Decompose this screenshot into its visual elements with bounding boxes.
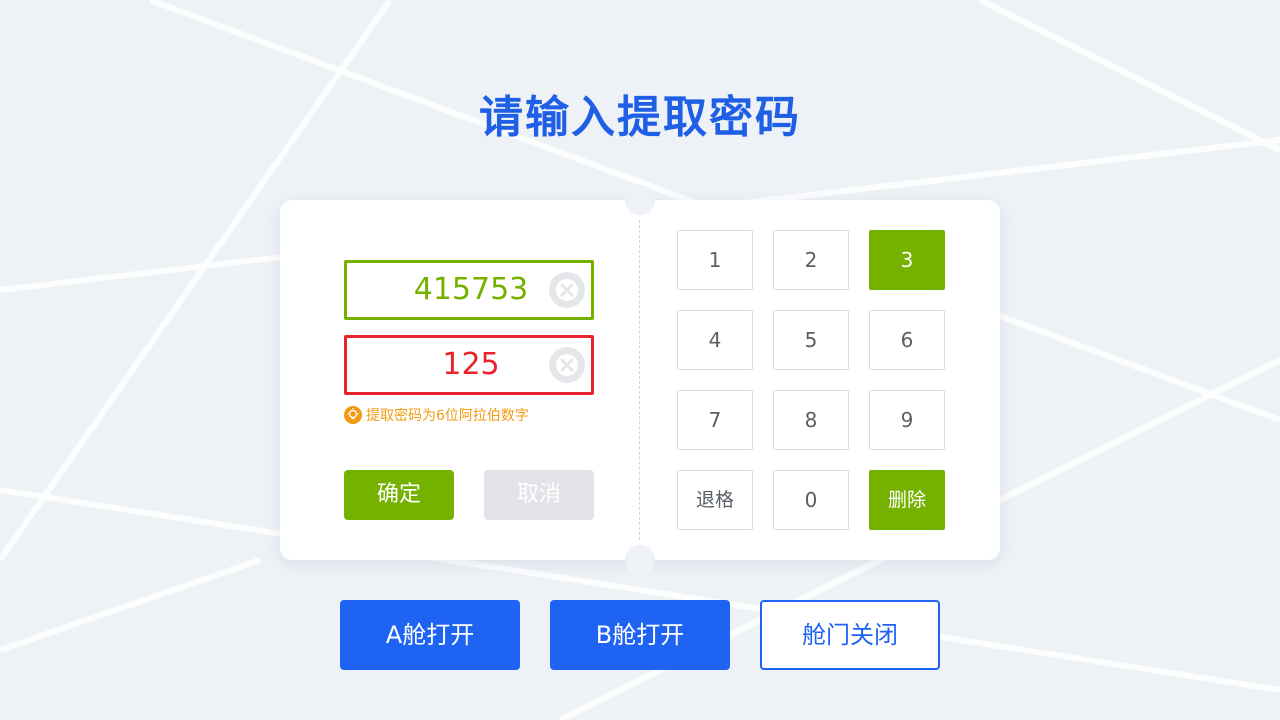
password-hint-text: 提取密码为6位阿拉伯数字 <box>366 408 529 424</box>
keypad-key-0[interactable]: 1 <box>677 230 753 290</box>
clear-password-button[interactable] <box>549 347 585 383</box>
card-divider <box>639 220 640 540</box>
keypad-key-6[interactable]: 7 <box>677 390 753 450</box>
card-notch-top <box>625 185 655 215</box>
keypad-key-4[interactable]: 5 <box>773 310 849 370</box>
close-icon <box>556 354 578 376</box>
password-hint: 提取密码为6位阿拉伯数字 <box>344 405 529 425</box>
card-notch-bottom <box>625 545 655 575</box>
close-icon <box>556 279 578 301</box>
open-a-button[interactable]: A舱打开 <box>340 600 520 670</box>
page-title: 请输入提取密码 <box>479 92 801 143</box>
keypad-key-1[interactable]: 2 <box>773 230 849 290</box>
keypad-key-7[interactable]: 8 <box>773 390 849 450</box>
lightbulb-icon <box>344 406 362 424</box>
close-door-button[interactable]: 舱门关闭 <box>760 600 940 670</box>
keypad-key-5[interactable]: 6 <box>869 310 945 370</box>
confirm-button[interactable]: 确定 <box>344 470 454 520</box>
keypad-key-2[interactable]: 3 <box>869 230 945 290</box>
password-input[interactable]: 125 <box>344 335 594 395</box>
open-b-button[interactable]: B舱打开 <box>550 600 730 670</box>
keypad-key-10[interactable]: 0 <box>773 470 849 530</box>
code-input[interactable]: 415753 <box>344 260 594 320</box>
keypad-key-9[interactable]: 退格 <box>677 470 753 530</box>
password-card: 415753 125 提取密码为6位阿拉伯数字 确定 取消 1 2 3 4 5 … <box>280 185 1000 575</box>
keypad-key-11[interactable]: 删除 <box>869 470 945 530</box>
cancel-button[interactable]: 取消 <box>484 470 594 520</box>
clear-code-button[interactable] <box>549 272 585 308</box>
keypad-key-8[interactable]: 9 <box>869 390 945 450</box>
keypad-key-3[interactable]: 4 <box>677 310 753 370</box>
